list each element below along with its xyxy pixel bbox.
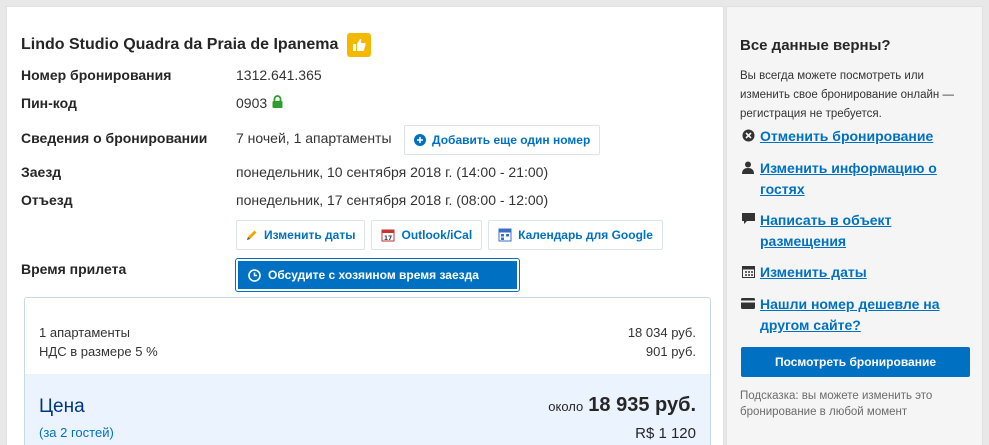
change-dates-link[interactable]: Изменить даты	[740, 262, 975, 283]
plus-circle-icon	[414, 134, 426, 146]
confirmation-label: Номер бронирования	[21, 67, 172, 83]
outlook-ical-label: Outlook/iCal	[401, 228, 473, 242]
message-property-label: Написать в объект размещения	[760, 212, 892, 249]
pin-code: 0903	[236, 95, 268, 111]
outlook-ical-button[interactable]: 17 Outlook/iCal	[371, 220, 483, 250]
cancel-icon	[740, 126, 756, 144]
total-amount: 18 935 руб.	[588, 394, 696, 416]
title-row: Lindo Studio Quadra da Praia de Ipanema	[21, 33, 372, 57]
person-icon	[740, 158, 756, 176]
details-value: 7 ночей, 1 апартаменты	[236, 130, 392, 146]
change-dates-link-label: Изменить даты	[760, 264, 867, 280]
thumbs-up-icon	[347, 33, 372, 57]
arrival-row: Время прилета	[21, 261, 236, 277]
cheaper-room-link[interactable]: Нашли номер дешевле на другом сайте?	[740, 294, 975, 336]
message-property-link[interactable]: Написать в объект размещения	[740, 210, 975, 252]
approx-word: около	[548, 399, 584, 414]
sidebar: Все данные верны? Вы всегда можете посмо…	[726, 6, 983, 445]
price-total: Цена (за 2 гостей) около 18 935 руб. R$ …	[25, 374, 710, 445]
booking-card: Lindo Studio Quadra da Praia de Ipanema …	[6, 6, 724, 445]
price-line-vat: НДС в размере 5 % 901 руб.	[39, 344, 696, 359]
clock-icon	[248, 268, 261, 282]
checkin-label: Заезд	[21, 164, 62, 180]
total-approx: около 18 935 руб.	[548, 394, 696, 417]
view-booking-button[interactable]: Посмотреть бронирование	[741, 347, 970, 377]
details-row: Сведения о бронировании 7 ночей, 1 апарт…	[21, 130, 392, 146]
svg-text:17: 17	[384, 235, 392, 242]
checkin-row: Заезд понедельник, 10 сентября 2018 г. (…	[21, 164, 548, 180]
guests-count: (за 2 гостей)	[39, 425, 114, 440]
google-calendar-button[interactable]: Календарь для Google	[488, 220, 663, 250]
details-label: Сведения о бронировании	[21, 130, 208, 146]
discuss-arrival-button[interactable]: Обсудите с хозяином время заезда	[235, 258, 520, 292]
calendar-icon	[740, 262, 756, 280]
price-summary: 1 апартаменты 18 034 руб. НДС в размере …	[24, 297, 711, 445]
price-line-value: 901 руб.	[645, 344, 696, 359]
checkout-label: Отъезд	[21, 192, 73, 208]
price-line-room: 1 апартаменты 18 034 руб.	[39, 325, 696, 340]
confirmation-row: Номер бронирования 1312.641.365	[21, 67, 322, 83]
change-dates-label: Изменить даты	[264, 228, 356, 242]
checkout-row: Отъезд понедельник, 17 сентября 2018 г. …	[21, 192, 548, 208]
pin-label: Пин-код	[21, 95, 77, 111]
change-dates-button[interactable]: Изменить даты	[236, 220, 366, 250]
lock-icon	[272, 95, 283, 111]
edit-guests-link[interactable]: Изменить информацию о гостях	[740, 158, 975, 200]
message-icon	[740, 210, 756, 228]
google-calendar-icon	[498, 228, 512, 242]
sidebar-description: Вы всегда можете посмотреть или изменить…	[740, 70, 954, 120]
total-label: Цена	[39, 396, 85, 417]
discuss-arrival-label: Обсудите с хозяином время заезда	[268, 268, 479, 282]
price-line-label: 1 апартаменты	[39, 325, 130, 340]
checkin-value: понедельник, 10 сентября 2018 г. (14:00 …	[236, 164, 549, 180]
arrival-label: Время прилета	[21, 261, 127, 277]
add-room-label: Добавить еще один номер	[432, 133, 591, 147]
sidebar-hint: Подсказка: вы можете изменить это бронир…	[740, 390, 933, 418]
pin-row: Пин-код 0903	[21, 95, 283, 111]
checkout-value: понедельник, 17 сентября 2018 г. (08:00 …	[236, 192, 549, 208]
price-line-value: 18 034 руб.	[627, 325, 696, 340]
cancel-booking-label: Отменить бронирование	[760, 128, 934, 144]
date-actions: Изменить даты 17 Outlook/iCal Календарь …	[236, 220, 663, 250]
cancel-booking-link[interactable]: Отменить бронирование	[740, 126, 975, 147]
edit-guests-label: Изменить информацию о гостях	[760, 160, 937, 197]
google-calendar-label: Календарь для Google	[518, 228, 653, 242]
price-line-label: НДС в размере 5 %	[39, 344, 158, 359]
sidebar-title: Все данные верны?	[740, 37, 891, 54]
cheaper-room-label: Нашли номер дешевле на другом сайте?	[760, 296, 940, 333]
local-currency-amount: R$ 1 120	[635, 425, 696, 442]
hotel-name[interactable]: Lindo Studio Quadra da Praia de Ipanema	[21, 36, 338, 54]
confirmation-number: 1312.641.365	[236, 67, 322, 83]
calendar-file-icon: 17	[381, 228, 395, 242]
add-room-button[interactable]: Добавить еще один номер	[404, 125, 601, 155]
card-icon	[740, 294, 756, 312]
pencil-icon	[246, 229, 258, 241]
